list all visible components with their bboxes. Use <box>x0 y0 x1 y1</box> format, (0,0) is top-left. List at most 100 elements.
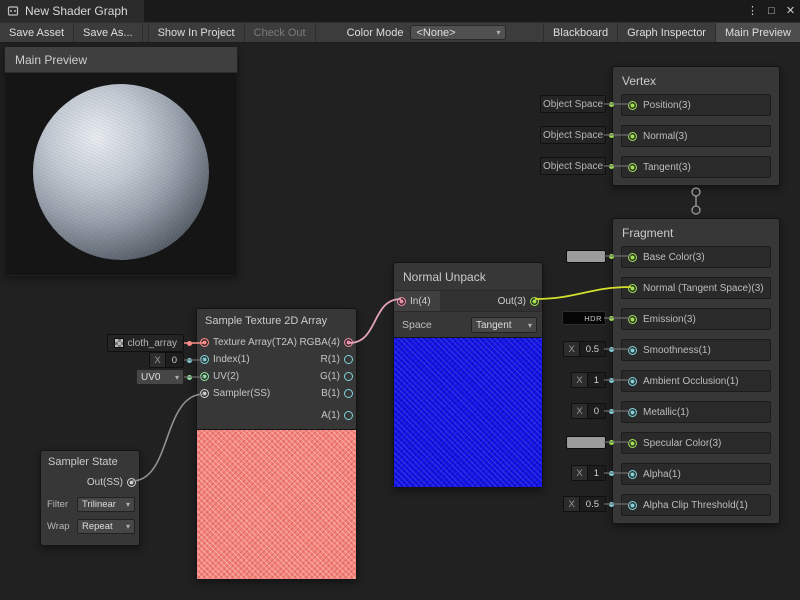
smoothness-value[interactable]: 0.5 <box>580 342 605 356</box>
space-dropdown[interactable]: Tangent ▾ <box>471 317 537 333</box>
block-normal[interactable]: Normal(3) <box>621 125 771 147</box>
alpha-clip-value[interactable]: 0.5 <box>580 497 605 511</box>
window-controls: ⋮ □ ✕ <box>743 0 800 22</box>
fragment-node[interactable]: Fragment Base Color(3) Normal (Tangent S… <box>612 218 780 524</box>
base-color-input-port[interactable] <box>628 253 637 262</box>
port-label: A(1) <box>321 410 340 421</box>
vertex-node[interactable]: Vertex Position(3) Normal(3) Tangent(3) <box>612 66 780 186</box>
position-space-selector[interactable]: Object Space <box>540 95 606 113</box>
uv-input-port[interactable] <box>200 372 209 381</box>
base-color-swatch[interactable] <box>566 250 606 263</box>
preview-sphere <box>33 84 209 260</box>
main-preview-panel[interactable]: Main Preview <box>4 46 238 276</box>
a-output: A(1) <box>321 407 356 424</box>
index-field[interactable]: X 0 <box>149 352 184 368</box>
port-label: Out(SS) <box>87 477 123 488</box>
ambient-occlusion-field[interactable]: X 1 <box>571 372 606 388</box>
vertex-node-title: Vertex <box>613 67 779 94</box>
index-value[interactable]: 0 <box>166 353 183 367</box>
block-smoothness[interactable]: Smoothness(1) <box>621 339 771 361</box>
alpha-clip-field[interactable]: X 0.5 <box>563 496 606 512</box>
close-icon[interactable]: ✕ <box>781 0 800 22</box>
normal-space-selector[interactable]: Object Space <box>540 126 606 144</box>
fragment-link-handle[interactable] <box>692 206 700 214</box>
emission-color-field[interactable]: HDR <box>562 311 606 325</box>
metallic-input-port[interactable] <box>628 408 637 417</box>
in-port[interactable] <box>397 297 406 306</box>
color-mode-dropdown[interactable]: <None> ▾ <box>410 25 506 40</box>
r-output-port[interactable] <box>344 355 353 364</box>
normal-tangent-input-port[interactable] <box>628 284 637 293</box>
block-metallic[interactable]: Metallic(1) <box>621 401 771 423</box>
block-position[interactable]: Position(3) <box>621 94 771 116</box>
position-input-port[interactable] <box>628 101 637 110</box>
vertex-link-handle[interactable] <box>692 188 700 196</box>
block-tangent[interactable]: Tangent(3) <box>621 156 771 178</box>
block-alpha-clip-threshold[interactable]: Alpha Clip Threshold(1) <box>621 494 771 516</box>
save-asset-button[interactable]: Save Asset <box>0 23 74 42</box>
cloth-array-field[interactable]: cloth_array <box>107 334 184 352</box>
texture-array-input-port[interactable] <box>200 338 209 347</box>
hdr-badge: HDR <box>584 314 602 323</box>
smoothness-field[interactable]: X 0.5 <box>563 341 606 357</box>
block-alpha[interactable]: Alpha(1) <box>621 463 771 485</box>
sample-texture-2d-array-node[interactable]: Sample Texture 2D Array Texture Array(T2… <box>196 308 357 580</box>
block-label: Specular Color(3) <box>643 438 721 449</box>
g-output-port[interactable] <box>344 372 353 381</box>
main-preview-toggle-button[interactable]: Main Preview <box>715 23 800 42</box>
samplerstate-out-port[interactable] <box>127 478 136 487</box>
specular-color-swatch[interactable] <box>566 436 606 449</box>
wrap-dropdown[interactable]: Repeat ▾ <box>77 519 135 534</box>
main-preview-viewport[interactable] <box>5 73 237 275</box>
ambient-occlusion-value[interactable]: 1 <box>588 373 605 387</box>
uv-channel-dropdown[interactable]: UV0 ▾ <box>136 369 184 385</box>
emission-input-port[interactable] <box>628 315 637 324</box>
block-base-color[interactable]: Base Color(3) <box>621 246 771 268</box>
filter-dropdown[interactable]: Trilinear ▾ <box>77 497 135 512</box>
alpha-field[interactable]: X 1 <box>571 465 606 481</box>
out-port-group: Out(3) <box>498 296 542 307</box>
show-in-project-button[interactable]: Show In Project <box>149 23 245 42</box>
alpha-value[interactable]: 1 <box>588 466 605 480</box>
main-preview-header[interactable]: Main Preview <box>5 47 237 73</box>
r-output: R(1) <box>321 351 356 368</box>
alpha-clip-input-port[interactable] <box>628 501 637 510</box>
tangent-space-selector[interactable]: Object Space <box>540 157 606 175</box>
kebab-menu-icon[interactable]: ⋮ <box>743 0 762 22</box>
alpha-input-port[interactable] <box>628 470 637 479</box>
edge-samplerstate-to-sampler[interactable] <box>132 394 204 481</box>
ambient-occlusion-input-port[interactable] <box>628 377 637 386</box>
normal-input-port[interactable] <box>628 132 637 141</box>
smoothness-input-port[interactable] <box>628 346 637 355</box>
block-label: Alpha(1) <box>643 469 681 480</box>
normal-unpack-ports: In(4) Out(3) <box>394 290 542 312</box>
a-output-port[interactable] <box>344 411 353 420</box>
block-label: Metallic(1) <box>643 407 689 418</box>
block-label: Normal(3) <box>643 131 687 142</box>
blackboard-toggle-button[interactable]: Blackboard <box>543 23 617 42</box>
port-label: G(1) <box>320 371 340 382</box>
save-as-button[interactable]: Save As... <box>74 23 143 42</box>
b-output: B(1) <box>321 385 356 402</box>
b-output-port[interactable] <box>344 389 353 398</box>
sampler-state-node[interactable]: Sampler State Out(SS) Filter Trilinear ▾… <box>40 450 140 546</box>
out-port[interactable] <box>530 297 539 306</box>
metallic-field[interactable]: X 0 <box>571 403 606 419</box>
graph-inspector-toggle-button[interactable]: Graph Inspector <box>617 23 715 42</box>
block-ambient-occlusion[interactable]: Ambient Occlusion(1) <box>621 370 771 392</box>
block-label: Emission(3) <box>643 314 696 325</box>
block-label: Smoothness(1) <box>643 345 711 356</box>
block-emission[interactable]: Emission(3) <box>621 308 771 330</box>
index-input-port[interactable] <box>200 355 209 364</box>
maximize-icon[interactable]: □ <box>762 0 781 22</box>
rgba-output-port[interactable] <box>344 338 353 347</box>
port-label: Texture Array(T2A) <box>213 337 297 348</box>
normal-unpack-node[interactable]: Normal Unpack In(4) Out(3) Space Tangent… <box>393 262 543 488</box>
graph-tab[interactable]: New Shader Graph <box>0 0 144 22</box>
sampler-input-port[interactable] <box>200 389 209 398</box>
metallic-value[interactable]: 0 <box>588 404 605 418</box>
block-normal-tangent-space[interactable]: Normal (Tangent Space)(3) <box>621 277 771 299</box>
specular-color-input-port[interactable] <box>628 439 637 448</box>
block-specular-color[interactable]: Specular Color(3) <box>621 432 771 454</box>
tangent-input-port[interactable] <box>628 163 637 172</box>
